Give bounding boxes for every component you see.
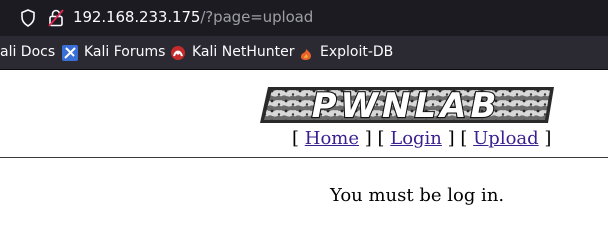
url-text[interactable]: 192.168.233.175/?page=upload	[73, 8, 313, 26]
bookmark-label: Kali NetHunter	[192, 44, 295, 60]
header-divider	[0, 157, 608, 158]
nav-upload-link[interactable]: Upload	[473, 128, 539, 149]
bookmark-label: Exploit-DB	[320, 44, 394, 60]
login-required-message: You must be log in.	[330, 185, 505, 206]
nav-login-link[interactable]: Login	[390, 128, 442, 149]
url-host: 192.168.233.175	[73, 8, 201, 26]
nav-bracket: ]	[538, 128, 552, 149]
url-bar[interactable]: 192.168.233.175/?page=upload	[0, 0, 608, 36]
kali-nethunter-icon	[171, 46, 185, 60]
nav-bracket: [	[292, 128, 305, 149]
main-nav: [ Home ] [ Login ] [ Upload ]	[292, 128, 551, 149]
shield-icon[interactable]	[20, 9, 36, 27]
page-content: PWNLAB [ Home ] [ Login ] [ Upload ] You…	[0, 70, 608, 249]
insecure-lock-icon[interactable]	[48, 9, 64, 27]
kali-forums-icon	[62, 45, 78, 61]
bookmark-label: ali Docs	[0, 44, 56, 60]
exploit-db-icon	[301, 49, 311, 60]
bookmark-label: Kali Forums	[84, 44, 166, 60]
url-path: /?page=upload	[200, 8, 314, 26]
pwnlab-logo: PWNLAB	[260, 85, 554, 127]
logo-text: PWNLAB	[312, 86, 501, 126]
nav-bracket: ] [	[441, 128, 474, 149]
nav-home-link[interactable]: Home	[305, 128, 359, 149]
nav-bracket: ] [	[359, 128, 391, 149]
